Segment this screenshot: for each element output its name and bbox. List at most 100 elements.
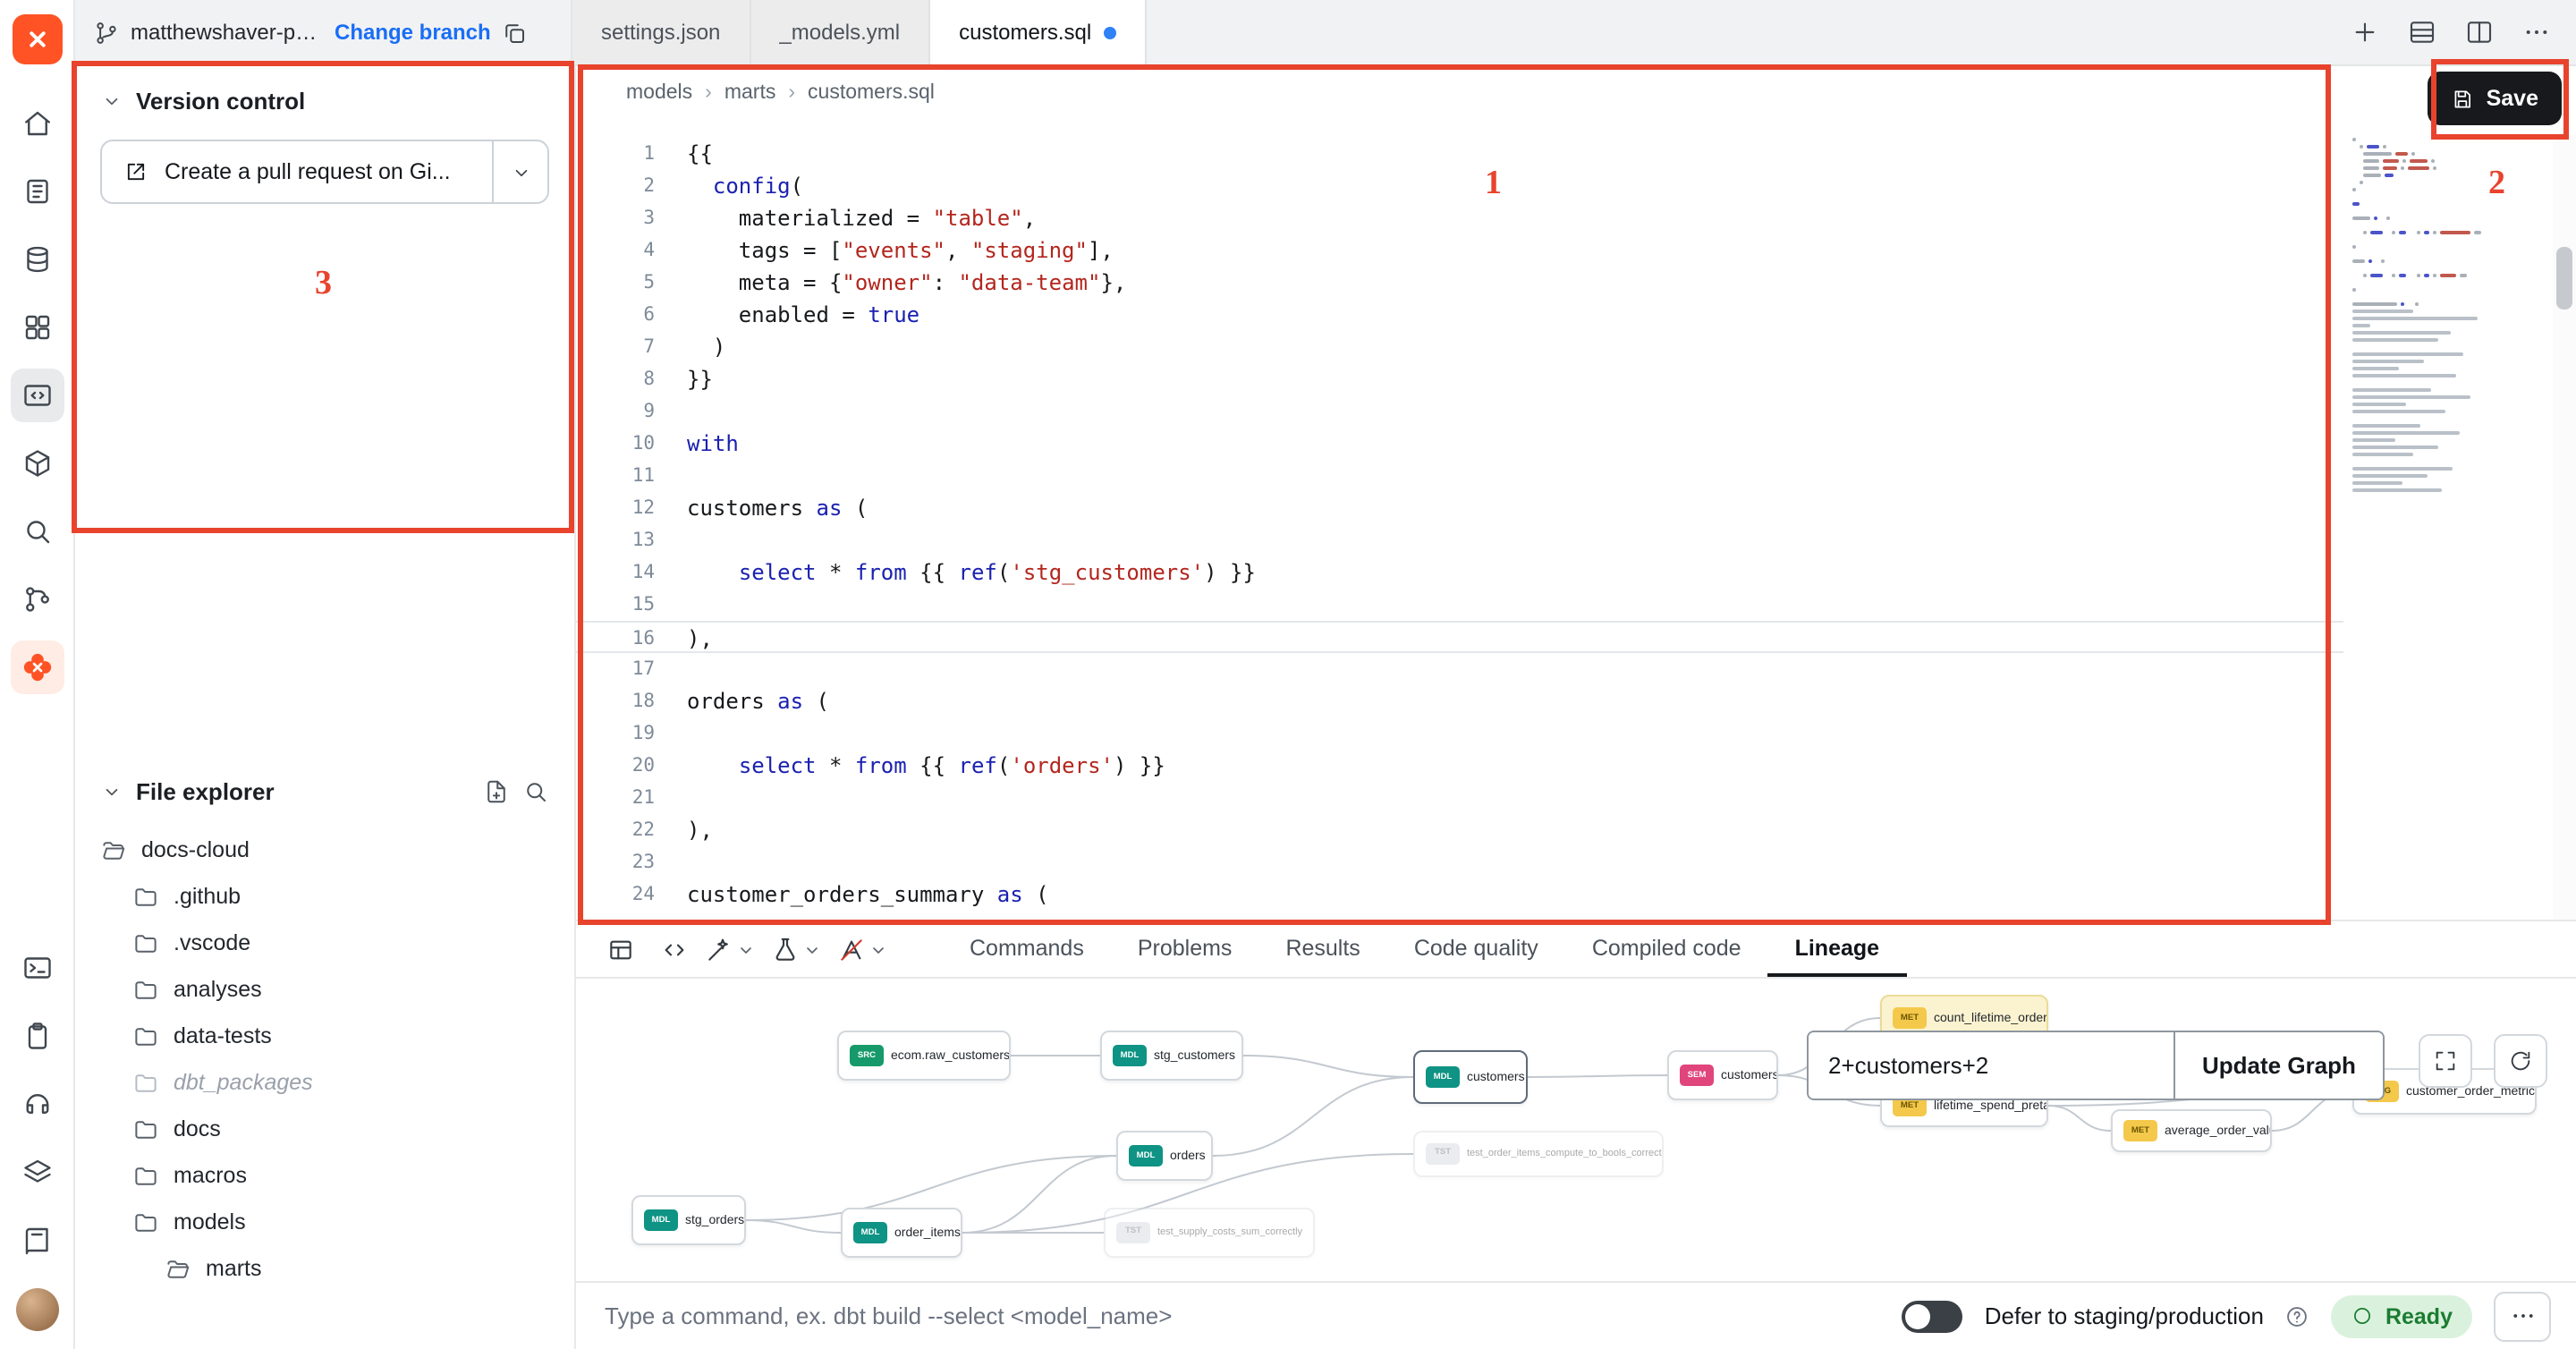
command-input[interactable] <box>601 1301 1881 1331</box>
breadcrumb: models›marts›customers.sql <box>626 82 935 104</box>
lineage-node-average_order_value[interactable]: METaverage_order_value <box>2111 1109 2272 1152</box>
apps-grid-icon[interactable] <box>10 301 64 354</box>
copy-icon[interactable] <box>502 19 529 46</box>
tree-item-marts[interactable]: marts <box>75 1245 574 1292</box>
layers-icon[interactable] <box>10 1145 64 1199</box>
terminal-icon[interactable] <box>10 941 64 995</box>
panel-rows-icon[interactable] <box>2408 18 2436 47</box>
code-tag-icon[interactable] <box>651 928 698 971</box>
database-icon[interactable] <box>10 233 64 286</box>
docs-book-icon[interactable] <box>10 1213 64 1267</box>
chevron-down-icon[interactable] <box>735 938 757 960</box>
lineage-node-customers_sem[interactable]: SEMcustomers <box>1667 1050 1778 1100</box>
compare-branch-icon[interactable] <box>10 573 64 626</box>
lineage-selector-input[interactable] <box>1809 1032 2174 1099</box>
panel-tab-problems[interactable]: Problems <box>1111 921 1259 977</box>
tab-_models.yml[interactable]: _models.yml <box>750 0 930 64</box>
editor-minimap[interactable] <box>2352 138 2542 496</box>
tree-item-.vscode[interactable]: .vscode <box>75 920 574 966</box>
orchestration-icon[interactable] <box>10 437 64 490</box>
folder-icon <box>132 1116 159 1142</box>
dbt-mark-icon[interactable] <box>10 641 64 694</box>
breadcrumb-item[interactable]: customers.sql <box>808 82 935 104</box>
panel-tab-lineage[interactable]: Lineage <box>1768 921 1907 977</box>
tab-settings.json[interactable]: settings.json <box>572 0 750 64</box>
panel-tab-compiled-code[interactable]: Compiled code <box>1565 921 1768 977</box>
icon-rail <box>0 0 75 1349</box>
create-pr-main[interactable]: Create a pull request on Gi... <box>102 141 492 202</box>
develop-ide-icon[interactable] <box>10 369 64 422</box>
editor-scrollbar[interactable] <box>2553 134 2576 920</box>
panel-tab-commands[interactable]: Commands <box>943 921 1111 977</box>
node-label: order_items <box>894 1226 961 1239</box>
lineage-node-test_order_items[interactable]: TSTtest_order_items_compute_to_bools_cor… <box>1413 1131 1664 1177</box>
lineage-canvas[interactable]: SRCecom.raw_customers MDLstg_customers MDL… <box>576 979 2576 1281</box>
lineage-refresh-button[interactable] <box>2494 1034 2547 1088</box>
ready-status-badge[interactable]: Ready <box>2332 1294 2472 1337</box>
change-branch-link[interactable]: Change branch <box>335 20 491 45</box>
folder-icon <box>132 1209 159 1235</box>
tree-item-data-tests[interactable]: data-tests <box>75 1013 574 1059</box>
file-explorer-header[interactable]: File explorer <box>75 760 574 819</box>
tree-item-docs-cloud[interactable]: docs-cloud <box>75 827 574 873</box>
tree-item-.github[interactable]: .github <box>75 873 574 920</box>
node-label: lifetime_spend_pretax <box>1934 1099 2048 1112</box>
chevron-down-icon[interactable] <box>801 938 823 960</box>
table-icon[interactable] <box>597 928 644 971</box>
tree-item-analyses[interactable]: analyses <box>75 966 574 1013</box>
test-tool[interactable] <box>771 935 823 963</box>
lineage-node-test_supply_costs[interactable]: TST test_supply_costs_sum_correctly <box>1104 1208 1315 1258</box>
lint-fix-tool[interactable] <box>837 935 889 963</box>
lineage-search-group: Update Graph <box>1807 1031 2385 1100</box>
user-avatar[interactable] <box>15 1288 58 1331</box>
notebook-icon[interactable] <box>10 165 64 218</box>
lineage-node-stg_customers[interactable]: MDLstg_customers <box>1100 1031 1243 1081</box>
update-graph-button[interactable]: Update Graph <box>2174 1032 2383 1099</box>
lineage-node-customers_mdl[interactable]: MDLcustomers <box>1413 1050 1528 1104</box>
lineage-fullscreen-button[interactable] <box>2419 1034 2472 1088</box>
scrollbar-thumb[interactable] <box>2556 247 2572 310</box>
help-question-icon[interactable] <box>2285 1303 2310 1328</box>
tab-customers.sql[interactable]: customers.sql <box>930 0 1147 64</box>
new-tab-icon[interactable] <box>2351 18 2379 47</box>
node-badge: MDL <box>853 1222 887 1243</box>
support-headset-icon[interactable] <box>10 1077 64 1131</box>
folder-icon <box>132 1022 159 1049</box>
defer-toggle[interactable] <box>1902 1300 1963 1332</box>
code-line-2: 2 config( <box>576 170 2343 202</box>
panel-tab-code-quality[interactable]: Code quality <box>1387 921 1565 977</box>
save-button[interactable]: Save <box>2428 72 2562 125</box>
lineage-node-orders[interactable]: MDLorders <box>1116 1131 1213 1181</box>
tree-item-docs[interactable]: docs <box>75 1106 574 1152</box>
status-overflow-button[interactable] <box>2494 1291 2551 1341</box>
lineage-node-raw_customers[interactable]: SRCecom.raw_customers <box>837 1031 1011 1081</box>
search-files-icon[interactable] <box>522 778 549 805</box>
clipboard-icon[interactable] <box>10 1009 64 1063</box>
lineage-node-order_items[interactable]: MDL order_items <box>841 1208 962 1258</box>
breadcrumb-item[interactable]: models <box>626 82 692 104</box>
breadcrumb-item[interactable]: marts <box>724 82 776 104</box>
code-line-6: 6 enabled = true <box>576 299 2343 331</box>
code-line-15: 15 <box>576 589 2343 621</box>
tree-item-dbt_packages[interactable]: dbt_packages <box>75 1059 574 1106</box>
code-editor[interactable]: 1{{2 config(3 materialized = "table",4 t… <box>576 138 2343 920</box>
explore-search-icon[interactable] <box>10 505 64 558</box>
version-control-header[interactable]: Version control <box>75 66 574 129</box>
new-file-icon[interactable] <box>483 778 510 805</box>
home-icon[interactable] <box>10 97 64 150</box>
node-label: test_supply_costs_sum_correctly <box>1157 1227 1302 1239</box>
lint-slash-icon <box>837 935 866 963</box>
lineage-node-stg_orders[interactable]: MDLstg_orders <box>631 1195 746 1245</box>
panel-tab-results[interactable]: Results <box>1258 921 1386 977</box>
create-pr-caret[interactable] <box>492 141 547 202</box>
format-tool[interactable] <box>705 935 757 963</box>
chevron-down-icon[interactable] <box>868 938 889 960</box>
split-view-icon[interactable] <box>2465 18 2494 47</box>
dbt-logo[interactable] <box>12 14 62 64</box>
save-label: Save <box>2487 86 2538 111</box>
code-line-14: 14 select * from {{ ref('stg_customers')… <box>576 556 2343 589</box>
overflow-menu-icon[interactable] <box>2522 18 2551 47</box>
tree-item-macros[interactable]: macros <box>75 1152 574 1199</box>
node-badge: TST <box>1116 1222 1150 1243</box>
tree-item-models[interactable]: models <box>75 1199 574 1245</box>
